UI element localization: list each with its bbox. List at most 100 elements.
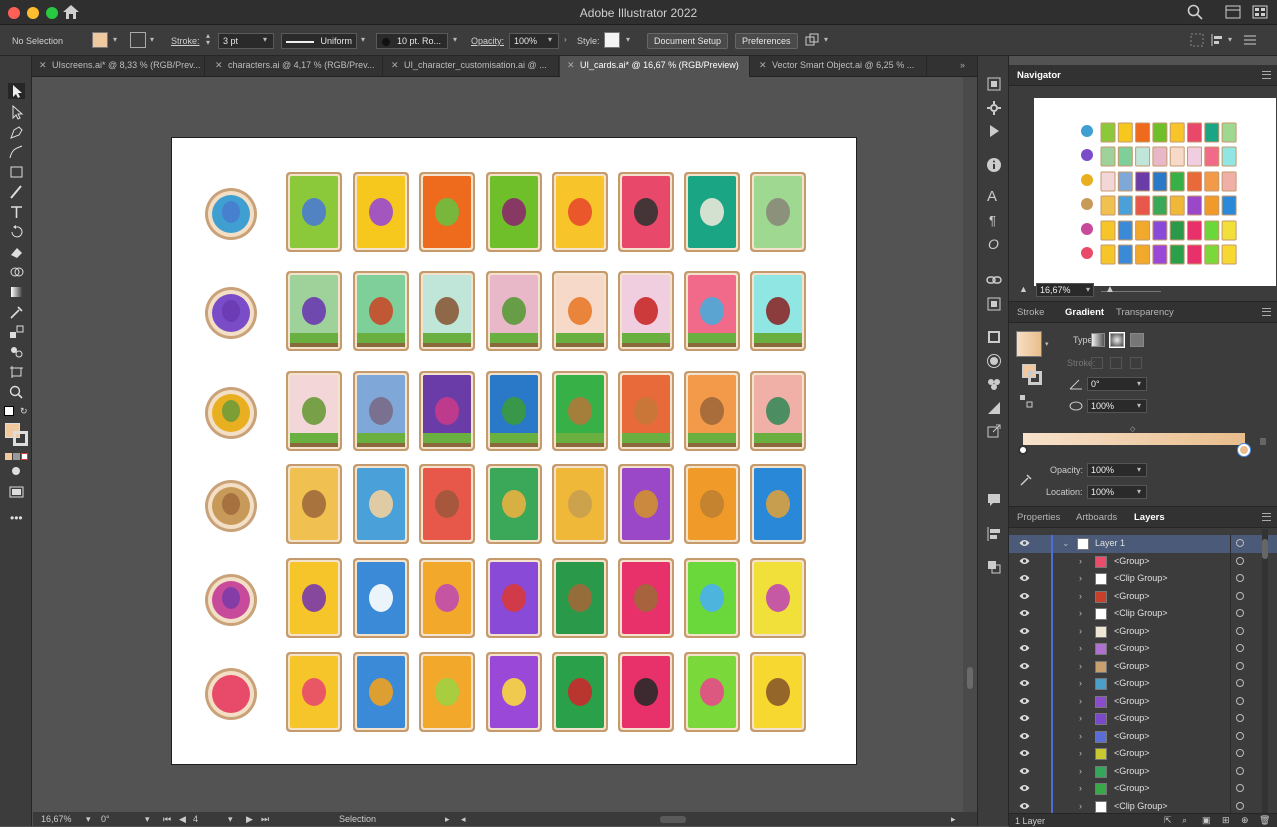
visibility-eye-icon[interactable]: [1019, 539, 1030, 549]
shape-builder-tool-icon[interactable]: [8, 264, 25, 280]
chevron-down-icon[interactable]: ▾: [145, 814, 150, 825]
layer-item-row[interactable]: › <Group>: [1009, 780, 1277, 798]
layer-item-row[interactable]: › <Clip Group>: [1009, 605, 1277, 623]
default-colors-icon[interactable]: [4, 406, 14, 416]
visibility-eye-icon[interactable]: [1019, 609, 1030, 619]
panel-menu-icon[interactable]: [1262, 308, 1271, 316]
layer-item-row[interactable]: › <Group>: [1009, 675, 1277, 693]
visibility-eye-icon[interactable]: [1019, 557, 1030, 567]
artboards-panel-icon[interactable]: [986, 76, 1002, 92]
chevron-right-icon[interactable]: ›: [1079, 783, 1082, 793]
paragraph-panel-icon[interactable]: ¶: [989, 213, 996, 228]
gradient-stop-end[interactable]: [1238, 444, 1250, 456]
settings-gear-icon[interactable]: [986, 100, 1002, 116]
layer-item-row[interactable]: › <Group>: [1009, 622, 1277, 640]
blend-tool-icon[interactable]: [8, 324, 25, 340]
export-icon[interactable]: ⇱: [1164, 815, 1172, 826]
preferences-button[interactable]: Preferences: [735, 33, 798, 49]
freeform-gradient-button[interactable]: [1130, 333, 1144, 347]
eyedropper-tool-icon[interactable]: [8, 304, 25, 320]
tab-characters[interactable]: ✕ characters.ai @ 4,17 % (RGB/Prev...: [208, 56, 383, 77]
chevron-down-icon[interactable]: ▾: [1086, 285, 1090, 294]
reverse-gradient-icon[interactable]: [1019, 394, 1033, 408]
chevron-right-icon[interactable]: ›: [1079, 696, 1082, 706]
last-artboard-icon[interactable]: ⏭: [261, 814, 269, 825]
opacity-label[interactable]: Opacity:: [471, 36, 504, 46]
target-circle-icon[interactable]: [1236, 784, 1244, 792]
actions-play-icon[interactable]: [986, 123, 1002, 139]
navigator-title[interactable]: Navigator: [1017, 70, 1061, 81]
tab-ui-character-customisation[interactable]: ✕ UI_character_customisation.ai @ ...: [384, 56, 559, 77]
chevron-right-icon[interactable]: ›: [1079, 748, 1082, 758]
visibility-eye-icon[interactable]: [1019, 714, 1030, 724]
tab-layers[interactable]: Layers: [1134, 512, 1165, 523]
visibility-eye-icon[interactable]: [1019, 802, 1030, 812]
brush-select[interactable]: 10 pt. Ro...: [376, 33, 448, 49]
chevron-down-icon[interactable]: ▾: [361, 35, 365, 44]
symbols-panel-icon[interactable]: [986, 376, 1002, 392]
layer-item-row[interactable]: › <Group>: [1009, 657, 1277, 675]
item-name[interactable]: <Group>: [1114, 696, 1150, 706]
align-panel-icon[interactable]: [986, 526, 1002, 542]
visibility-eye-icon[interactable]: [1019, 574, 1030, 584]
layer-item-row[interactable]: › <Group>: [1009, 762, 1277, 780]
visibility-eye-icon[interactable]: [1019, 644, 1030, 654]
layer-item-row[interactable]: › <Group>: [1009, 552, 1277, 570]
item-name[interactable]: <Group>: [1114, 713, 1150, 723]
stroke-profile-select[interactable]: Uniform: [281, 33, 357, 49]
zoom-out-mountain-icon[interactable]: ▲: [1019, 284, 1028, 294]
chevron-right-icon[interactable]: ›: [1079, 731, 1082, 741]
item-name[interactable]: <Group>: [1114, 591, 1150, 601]
rotation-field[interactable]: 0°: [101, 814, 110, 824]
chevron-down-icon[interactable]: ▾: [1228, 35, 1232, 44]
gradient-slider[interactable]: [1023, 433, 1245, 445]
navigator-preview[interactable]: [1034, 98, 1276, 286]
character-panel-icon[interactable]: A: [987, 188, 997, 205]
layer-item-row[interactable]: › <Group>: [1009, 587, 1277, 605]
target-circle-icon[interactable]: [1236, 661, 1244, 670]
status-menu-icon[interactable]: ▸: [445, 814, 450, 825]
layer-item-row[interactable]: › <Clip Group>: [1009, 570, 1277, 588]
chevron-right-icon[interactable]: ›: [1079, 713, 1082, 723]
paintbrush-tool-icon[interactable]: [8, 184, 25, 200]
chevron-right-icon[interactable]: ›: [1079, 556, 1082, 566]
layer-item-row[interactable]: › <Clip Group>: [1009, 797, 1277, 813]
item-name[interactable]: <Group>: [1114, 643, 1150, 653]
screen-mode-icon[interactable]: [8, 484, 25, 500]
first-artboard-icon[interactable]: ⏮: [163, 814, 171, 825]
info-icon[interactable]: [986, 157, 1002, 173]
tab-properties[interactable]: Properties: [1017, 512, 1060, 523]
appearance-sun-icon[interactable]: [986, 353, 1002, 369]
item-name[interactable]: <Group>: [1114, 748, 1150, 758]
pen-tool-icon[interactable]: [8, 124, 25, 140]
visibility-eye-icon[interactable]: [1019, 784, 1030, 794]
item-name[interactable]: <Group>: [1114, 766, 1150, 776]
item-name[interactable]: <Group>: [1114, 626, 1150, 636]
stroke-color-icon[interactable]: [13, 431, 28, 446]
stroke-label[interactable]: Stroke:: [171, 36, 200, 46]
fill-swatch[interactable]: [92, 32, 108, 48]
gradient-tool-icon[interactable]: [8, 284, 25, 300]
stroke-swatch[interactable]: [130, 32, 146, 48]
stroke-indicator[interactable]: [1028, 371, 1042, 385]
export-panel-icon[interactable]: [986, 423, 1002, 439]
opentype-panel-icon[interactable]: O: [988, 236, 999, 252]
target-circle-icon[interactable]: [1236, 539, 1244, 547]
chevron-down-icon[interactable]: ▾: [228, 814, 233, 825]
eyedropper-icon[interactable]: [1019, 473, 1033, 487]
target-circle-icon[interactable]: [1236, 749, 1244, 757]
chevron-right-icon[interactable]: ›: [564, 35, 567, 44]
gradient-stop-start[interactable]: [1018, 445, 1028, 455]
chevron-right-icon[interactable]: ›: [1079, 766, 1082, 776]
item-name[interactable]: <Group>: [1114, 783, 1150, 793]
transform-icon[interactable]: [1190, 33, 1204, 47]
tab-uiscreens[interactable]: ✕ UIscreens.ai* @ 8,33 % (RGB/Prev...: [32, 56, 205, 77]
canvas[interactable]: [33, 77, 963, 812]
chevron-right-icon[interactable]: ›: [1079, 626, 1082, 636]
target-circle-icon[interactable]: [1236, 801, 1244, 810]
chevron-right-icon[interactable]: ›: [1079, 661, 1082, 671]
close-tab-icon[interactable]: ✕: [759, 60, 767, 71]
target-circle-icon[interactable]: [1236, 574, 1244, 582]
chevron-right-icon[interactable]: ›: [1079, 801, 1082, 811]
chevron-down-icon[interactable]: ▾: [113, 35, 117, 44]
